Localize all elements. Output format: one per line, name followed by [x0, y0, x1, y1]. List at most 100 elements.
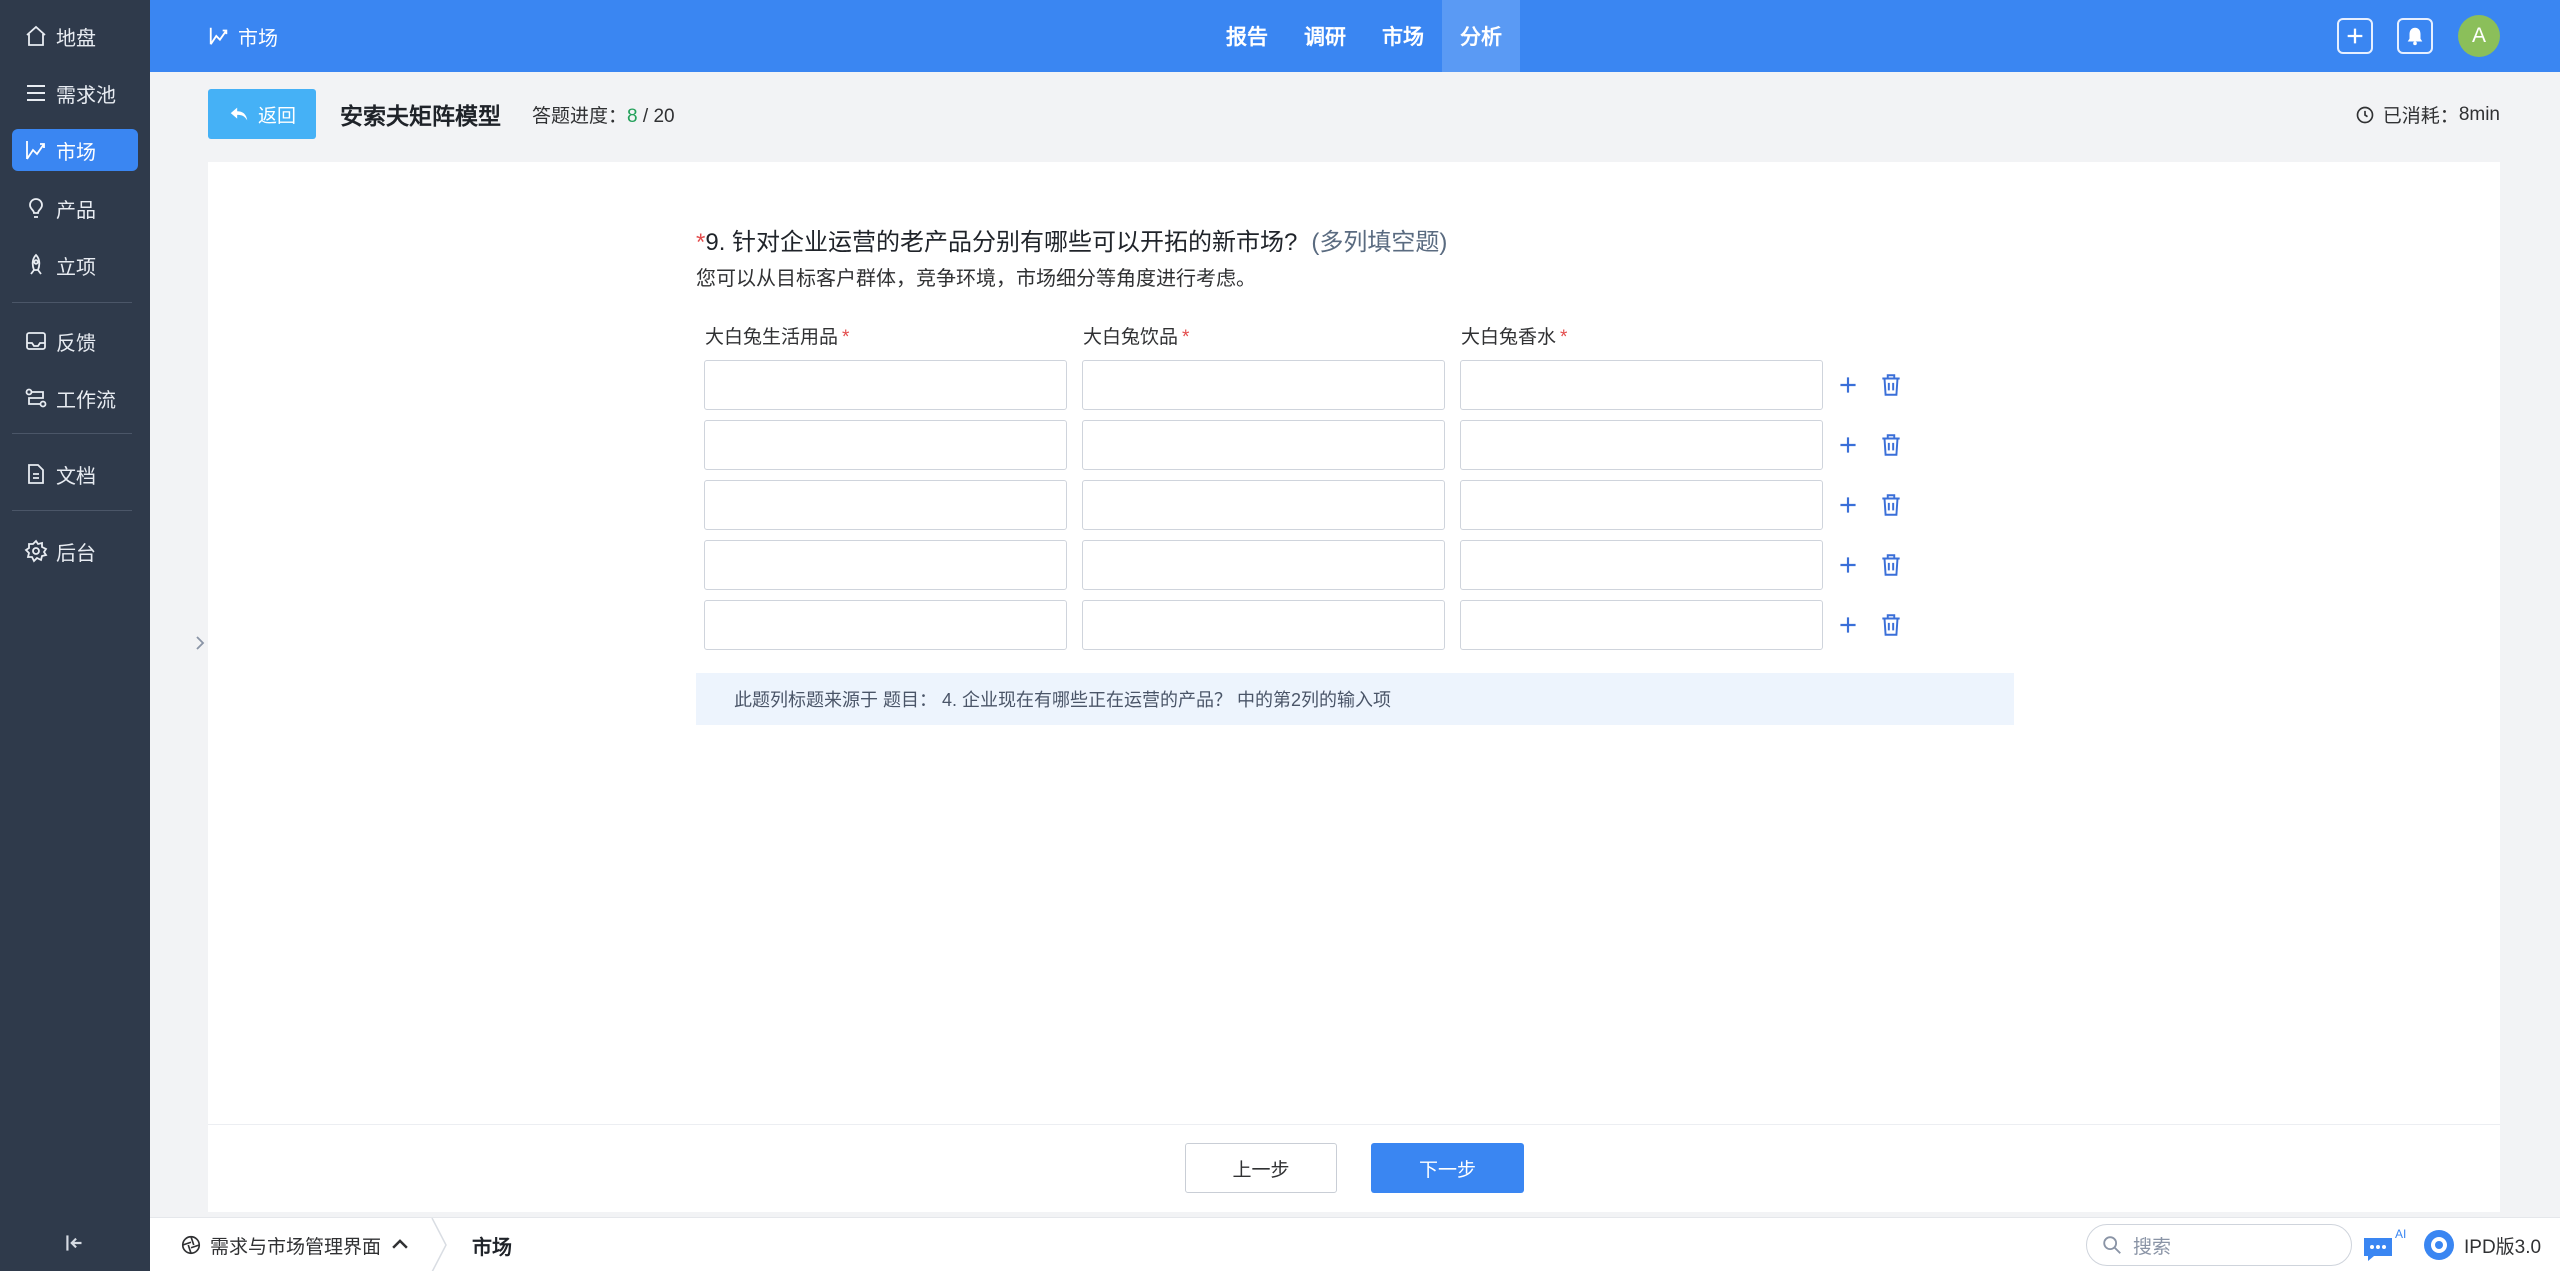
answer-input[interactable]	[1460, 360, 1823, 410]
required-mark: *	[1560, 327, 1568, 348]
answer-progress: 答题进度：8 / 20	[532, 101, 675, 128]
search-input[interactable]: 搜索	[2086, 1224, 2352, 1266]
inbox-icon	[26, 332, 46, 350]
answer-input[interactable]	[1460, 540, 1823, 590]
answer-input[interactable]	[1082, 420, 1445, 470]
sidebar-item-demand-pool[interactable]: 需求池	[12, 72, 138, 114]
chart-line-icon	[209, 27, 228, 45]
question-text: 9. 针对企业运营的老产品分别有哪些可以开拓的新市场?	[705, 229, 1298, 256]
tab-report[interactable]: 报告	[1208, 0, 1286, 72]
sidebar-item-home[interactable]: 地盘	[12, 15, 138, 57]
answer-input[interactable]	[1082, 540, 1445, 590]
tab-market[interactable]: 市场	[1364, 0, 1442, 72]
bell-icon	[2407, 27, 2423, 46]
sidebar: 地盘 需求池 市场 产品 立项 反馈 工作流 文档 后台	[0, 0, 150, 1271]
bottom-bar: 需求与市场管理界面 市场 搜索 AI IPD版3.0	[150, 1217, 2560, 1271]
trash-icon[interactable]	[1878, 612, 1904, 638]
list-icon	[27, 85, 45, 101]
sidebar-item-label: 文档	[56, 465, 96, 488]
back-button[interactable]: 返回	[208, 89, 316, 139]
sidebar-divider	[12, 433, 132, 434]
chart-line-icon	[26, 141, 45, 160]
column-header: 大白兔生活用品 *	[705, 322, 849, 349]
elapsed-value: 8min	[2458, 103, 2500, 125]
chevron-right-icon[interactable]	[192, 628, 208, 658]
rocket-icon	[30, 253, 42, 275]
trash-icon[interactable]	[1878, 372, 1904, 398]
answer-input[interactable]	[1082, 600, 1445, 650]
tab-research[interactable]: 调研	[1286, 0, 1364, 72]
version-label: IPD版3.0	[2422, 1218, 2541, 1271]
question-description: 您可以从目标客户群体，竞争环境，市场细分等角度进行考虑。	[696, 268, 1256, 290]
add-row-icon[interactable]	[1835, 432, 1861, 458]
version-text: IPD版3.0	[2464, 1236, 2542, 1258]
gear-icon	[24, 539, 48, 563]
answer-input[interactable]	[704, 540, 1067, 590]
trash-icon[interactable]	[1878, 492, 1904, 518]
avatar[interactable]: A	[2458, 15, 2500, 57]
sidebar-item-project[interactable]: 立项	[12, 244, 138, 286]
next-step-button[interactable]: 下一步	[1371, 1143, 1524, 1193]
sidebar-item-feedback[interactable]: 反馈	[12, 320, 138, 362]
answer-input[interactable]	[1460, 600, 1823, 650]
search-placeholder: 搜索	[2133, 1236, 2172, 1258]
notification-button[interactable]	[2397, 18, 2433, 54]
answer-input[interactable]	[1082, 360, 1445, 410]
add-row-icon[interactable]	[1835, 372, 1861, 398]
progress-label: 答题进度：	[532, 106, 628, 127]
ai-chat-icon[interactable]: AI	[2360, 1226, 2408, 1264]
back-button-label: 返回	[257, 105, 296, 127]
question-title: *9. 针对企业运营的老产品分别有哪些可以开拓的新市场? (多列填空题)	[696, 222, 1447, 257]
column-label: 大白兔饮品	[1083, 327, 1179, 348]
add-row-icon[interactable]	[1835, 492, 1861, 518]
progress-done: 8	[627, 106, 638, 127]
sidebar-item-docs[interactable]: 文档	[12, 453, 138, 495]
sidebar-item-product[interactable]: 产品	[12, 187, 138, 229]
sidebar-item-admin[interactable]: 后台	[12, 530, 138, 572]
home-icon	[26, 25, 46, 46]
search-icon	[2103, 1236, 2121, 1254]
sidebar-item-label: 立项	[56, 256, 96, 279]
document-icon	[28, 464, 44, 484]
answer-input[interactable]	[704, 480, 1067, 530]
answer-input[interactable]	[1460, 420, 1823, 470]
answer-input[interactable]	[704, 360, 1067, 410]
tab-analysis[interactable]: 分析	[1442, 0, 1520, 72]
answer-input[interactable]	[1460, 480, 1823, 530]
sidebar-item-label: 市场	[56, 141, 96, 164]
lightbulb-icon	[29, 198, 43, 218]
trash-icon[interactable]	[1878, 432, 1904, 458]
column-header: 大白兔香水 *	[1461, 322, 1567, 349]
sidebar-item-label: 后台	[56, 542, 96, 565]
footer-divider	[208, 1124, 2500, 1125]
progress-separator: /	[637, 106, 654, 127]
sidebar-item-label: 地盘	[56, 27, 96, 50]
sidebar-item-market[interactable]: 市场	[12, 129, 138, 171]
breadcrumb-root-label: 需求与市场管理界面	[210, 1236, 382, 1258]
aperture-icon	[181, 1235, 201, 1255]
answer-input[interactable]	[1082, 480, 1445, 530]
breadcrumb-separator	[431, 1218, 447, 1271]
plus-icon	[2347, 28, 2363, 44]
answer-input[interactable]	[704, 600, 1067, 650]
prev-step-button[interactable]: 上一步	[1185, 1143, 1337, 1193]
trash-icon[interactable]	[1878, 552, 1904, 578]
breadcrumb-root[interactable]: 需求与市场管理界面	[180, 1218, 419, 1271]
app-section-title: 市场	[208, 0, 278, 72]
column-header: 大白兔饮品 *	[1083, 322, 1189, 349]
page-title: 安索夫矩阵模型	[340, 103, 501, 129]
sidebar-divider	[12, 302, 132, 303]
section-title-text: 市场	[238, 27, 278, 50]
breadcrumb-current: 市场	[472, 1236, 512, 1259]
required-mark: *	[842, 327, 850, 348]
add-button[interactable]	[2337, 18, 2373, 54]
elapsed-time: 已消耗： 8min	[2355, 101, 2500, 128]
top-nav: 报告 调研 市场 分析	[1208, 0, 1520, 72]
top-bar: 市场 报告 调研 市场 分析 A	[150, 0, 2560, 72]
add-row-icon[interactable]	[1835, 552, 1861, 578]
add-row-icon[interactable]	[1835, 612, 1861, 638]
sidebar-item-workflow[interactable]: 工作流	[12, 377, 138, 419]
collapse-sidebar-icon[interactable]	[62, 1230, 88, 1256]
return-arrow-icon	[230, 107, 248, 121]
answer-input[interactable]	[704, 420, 1067, 470]
